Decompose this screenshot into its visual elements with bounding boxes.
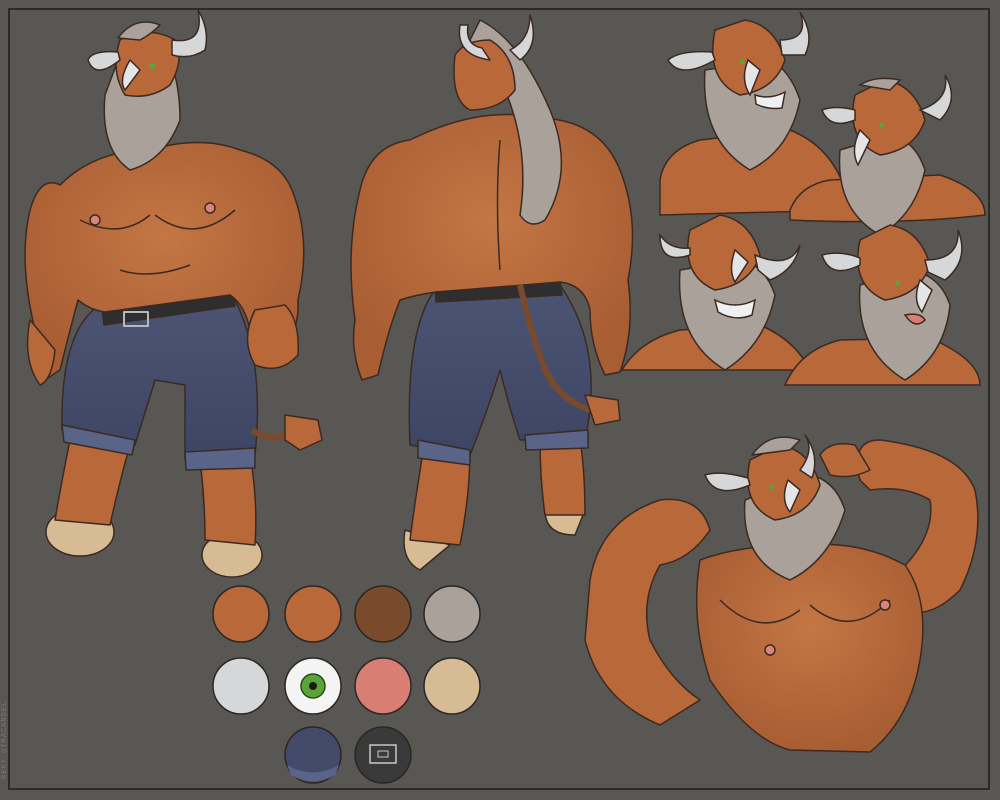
mane-swatch: [423, 585, 481, 643]
fur-main-swatch: [212, 585, 270, 643]
artist-signature: BEKY @IRACANDEL: [0, 700, 8, 780]
flex-pose-figure: [584, 434, 979, 753]
reference-sheet: BEKY @IRACANDEL: [0, 0, 1000, 800]
belt-swatch: [354, 726, 412, 784]
color-palette: [212, 585, 481, 784]
jeans-swatch: [284, 726, 342, 784]
fur-textured-swatch: [284, 585, 342, 643]
front-view-figure: [24, 9, 323, 578]
expression-head-tongue: [783, 224, 981, 386]
horn-swatch: [212, 657, 270, 715]
nose-swatch: [354, 657, 412, 715]
eye-swatch: [284, 657, 342, 715]
artwork: [24, 9, 986, 784]
expression-head-wink: [620, 214, 812, 371]
back-view-figure: [350, 14, 634, 571]
fur-dark-swatch: [354, 585, 412, 643]
hoof-swatch: [423, 657, 481, 715]
